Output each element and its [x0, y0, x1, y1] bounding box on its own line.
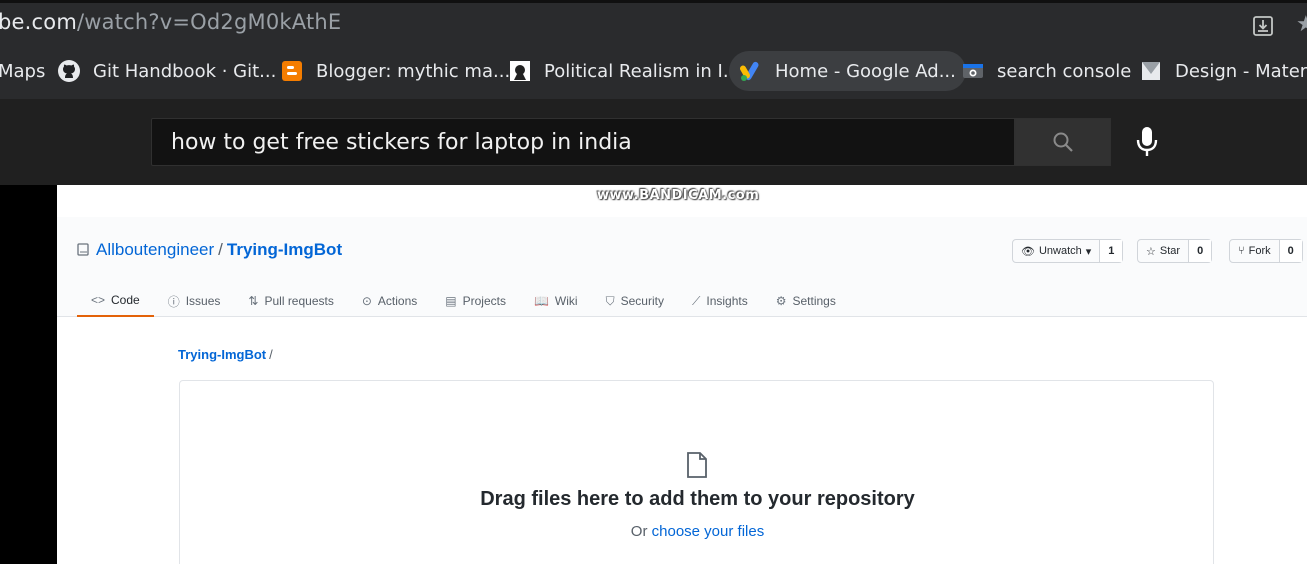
- settings-icon: ⚙: [775, 294, 787, 308]
- file-drop-zone[interactable]: Drag files here to add them to your repo…: [179, 380, 1214, 564]
- material-icon: [1139, 59, 1163, 83]
- bookmark-blogger[interactable]: Blogger: mythic ma...: [280, 51, 510, 91]
- insights-icon: ⟋: [691, 293, 701, 308]
- bookmarks-bar: Maps Git Handbook · Git... Blogger: myth…: [0, 45, 1307, 99]
- video-frame: www.BANDICAM.com Allboutengineer / Tryin…: [57, 185, 1307, 564]
- drag-files-text: Drag files here to add them to your repo…: [480, 488, 915, 510]
- bookmark-design-material[interactable]: Design - Materia: [1139, 51, 1307, 91]
- url-field[interactable]: be.com/watch?v=Od2gM0kAthE: [0, 10, 341, 34]
- choose-files-link[interactable]: choose your files: [652, 523, 765, 540]
- wiki-icon: 📖: [533, 294, 549, 308]
- star-label: Star: [1159, 245, 1181, 257]
- breadcrumb: Trying-ImgBot /: [178, 347, 273, 362]
- security-icon: ⛉: [605, 293, 615, 308]
- file-icon: [687, 452, 707, 478]
- tab-label: Security: [620, 294, 664, 308]
- code-icon: <>: [91, 293, 106, 307]
- unwatch-button[interactable]: 👁 Unwatch ▾ 1: [1012, 239, 1124, 263]
- eye-icon: 👁: [1021, 245, 1035, 258]
- fork-button[interactable]: ⑂ Fork 0: [1229, 239, 1303, 263]
- search-query-text: how to get free stickers for laptop in i…: [171, 130, 632, 155]
- tab-code[interactable]: <> Code: [77, 285, 154, 317]
- youtube-header: how to get free stickers for laptop in i…: [0, 99, 1307, 185]
- tab-label: Issues: [185, 294, 221, 308]
- page-favicon-icon: [508, 59, 532, 83]
- bookmark-political-realism[interactable]: Political Realism in I...: [508, 51, 740, 91]
- search-icon: [1053, 132, 1073, 152]
- tab-label: Pull requests: [264, 294, 334, 308]
- tab-projects[interactable]: ▤ Projects: [431, 285, 520, 317]
- caret-down-icon: ▾: [1085, 245, 1092, 258]
- google-ads-icon: [739, 59, 763, 83]
- tab-pull-requests[interactable]: ⇅ Pull requests: [234, 285, 347, 317]
- bookmark-label: Blogger: mythic ma...: [316, 60, 511, 82]
- install-app-icon[interactable]: [1252, 15, 1274, 37]
- voice-search-button[interactable]: [1131, 125, 1163, 159]
- search-console-icon: [961, 59, 985, 83]
- bookmark-label: Git Handbook · Git...: [93, 60, 277, 82]
- star-count: 0: [1189, 240, 1212, 262]
- repo-separator: /: [218, 240, 223, 259]
- tab-label: Insights: [706, 294, 748, 308]
- tab-insights[interactable]: ⟋ Insights: [678, 285, 762, 317]
- bookmark-maps[interactable]: Maps: [0, 51, 45, 91]
- watermark: www.BANDICAM.com: [597, 188, 760, 203]
- bookmark-label: Design - Materia: [1175, 60, 1307, 82]
- url-host: be.com: [0, 10, 77, 34]
- search-button[interactable]: [1015, 118, 1111, 166]
- unwatch-label: Unwatch: [1038, 245, 1082, 257]
- bookmark-label: Home - Google Ad...: [775, 60, 956, 82]
- choose-files-line: Or choose your files: [180, 523, 1215, 540]
- fork-icon: ⑂: [1238, 245, 1245, 257]
- browser-address-bar: be.com/watch?v=Od2gM0kAthE ★: [0, 0, 1307, 45]
- or-text: Or: [630, 523, 648, 540]
- fork-label: Fork: [1248, 245, 1271, 257]
- fork-count: 0: [1279, 240, 1302, 262]
- issues-icon: ⓘ: [167, 294, 180, 309]
- tab-label: Actions: [377, 294, 418, 308]
- repo-nav-tabs: <> Code ⓘ Issues ⇅ Pull requests ⊙ Actions ▤…: [77, 285, 850, 317]
- actions-icon: ⊙: [361, 294, 372, 308]
- repo-name-link[interactable]: Trying-ImgBot: [227, 240, 342, 260]
- github-repo-header: Allboutengineer / Trying-ImgBot 👁 Unwatch…: [57, 217, 1307, 317]
- tab-label: Code: [111, 293, 140, 307]
- bookmark-search-console[interactable]: search console: [961, 51, 1131, 91]
- repo-title: Allboutengineer / Trying-ImgBot: [77, 240, 342, 260]
- bookmark-star-icon[interactable]: ★: [1296, 13, 1307, 35]
- microphone-icon: [1136, 127, 1158, 156]
- search-input[interactable]: how to get free stickers for laptop in i…: [151, 118, 1015, 166]
- tab-settings[interactable]: ⚙ Settings: [762, 285, 850, 317]
- tab-issues[interactable]: ⓘ Issues: [154, 285, 235, 317]
- breadcrumb-slash: /: [269, 347, 273, 362]
- star-button[interactable]: ☆ Star 0: [1137, 239, 1213, 263]
- tab-label: Settings: [792, 294, 836, 308]
- tab-security[interactable]: ⛉ Security: [592, 285, 678, 317]
- bookmark-git-handbook[interactable]: Git Handbook · Git...: [57, 51, 276, 91]
- tab-label: Projects: [462, 294, 506, 308]
- projects-icon: ▤: [445, 294, 457, 308]
- tab-label: Wiki: [554, 294, 578, 308]
- star-icon: ☆: [1146, 245, 1156, 258]
- bookmark-google-ads[interactable]: Home - Google Ad...: [729, 51, 966, 91]
- github-icon: [57, 59, 81, 83]
- url-path: /watch?v=Od2gM0kAthE: [76, 10, 342, 34]
- breadcrumb-repo-link[interactable]: Trying-ImgBot: [178, 347, 266, 362]
- pull-request-icon: ⇅: [248, 294, 259, 308]
- tab-wiki[interactable]: 📖 Wiki: [520, 285, 592, 317]
- bookmark-label: Political Realism in I...: [544, 60, 740, 82]
- watch-count: 1: [1100, 240, 1123, 262]
- repo-owner-link[interactable]: Allboutengineer: [96, 240, 214, 260]
- bookmark-label: search console: [997, 60, 1132, 82]
- blogger-icon: [280, 59, 304, 83]
- tab-actions[interactable]: ⊙ Actions: [348, 285, 431, 317]
- repo-icon: [77, 243, 89, 256]
- video-player[interactable]: www.BANDICAM.com Allboutengineer / Tryin…: [0, 185, 1307, 564]
- bookmark-label: Maps: [0, 60, 46, 82]
